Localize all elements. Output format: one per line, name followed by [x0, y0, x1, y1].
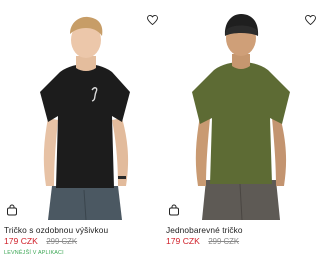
product-card[interactable]: Tričko s ozdobnou výšivkou 179 CZK 299 C…	[0, 0, 159, 270]
product-name[interactable]: Tričko s ozdobnou výšivkou	[4, 225, 108, 235]
product-name[interactable]: Jednobarevné tričko	[166, 225, 243, 235]
original-price: 299 CZK	[46, 237, 78, 246]
shopping-bag-icon[interactable]	[168, 203, 182, 217]
price-row: 179 CZK 299 CZK	[166, 236, 239, 246]
product-card[interactable]: Jednobarevné tričko 179 CZK 299 CZK	[162, 0, 321, 270]
heart-icon[interactable]	[302, 12, 318, 28]
product-photo[interactable]	[0, 0, 159, 220]
shopping-bag-icon[interactable]	[6, 203, 20, 217]
sale-price: 179 CZK	[166, 236, 200, 246]
product-grid: Tričko s ozdobnou výšivkou 179 CZK 299 C…	[0, 0, 321, 270]
sale-price: 179 CZK	[4, 236, 38, 246]
product-photo-illustration	[40, 16, 130, 220]
product-photo-illustration	[192, 14, 290, 220]
product-photo[interactable]	[162, 0, 321, 220]
original-price: 299 CZK	[208, 237, 240, 246]
price-row: 179 CZK 299 CZK	[4, 236, 77, 246]
promo-label: LEVNĚJŠÍ V APLIKACI	[4, 250, 64, 256]
heart-icon[interactable]	[144, 12, 160, 28]
